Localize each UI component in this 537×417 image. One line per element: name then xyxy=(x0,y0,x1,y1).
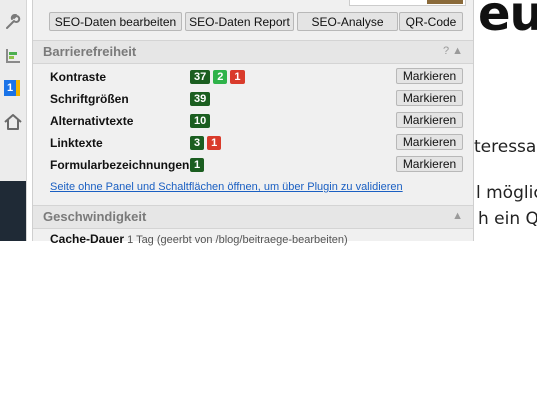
check-row-link-texts: Linktexte 31 Markieren xyxy=(33,133,473,153)
check-label: Linktexte xyxy=(50,136,103,150)
check-row-font-sizes: Schriftgrößen 39 Markieren xyxy=(33,89,473,109)
check-label: Kontraste xyxy=(50,70,107,84)
chart-icon[interactable] xyxy=(3,46,23,66)
page-text-line: teressa xyxy=(474,137,537,157)
mark-button[interactable]: Markieren xyxy=(396,68,463,84)
error-count-badge: 1 xyxy=(207,136,222,150)
check-row-alt-texts: Alternativtexte 10 Markieren xyxy=(33,111,473,131)
check-label: Schriftgrößen xyxy=(50,92,129,106)
check-row-contrast: Kontraste 37 2 1 Markieren xyxy=(33,67,473,87)
result-badges: 37 2 1 xyxy=(190,70,248,84)
error-count-badge: 1 xyxy=(230,70,245,84)
sidebar-vertical-label: TION° xyxy=(2,378,16,417)
mark-button[interactable]: Markieren xyxy=(396,156,463,172)
check-row-form-labels: Formularbezeichnungen 1 Markieren xyxy=(33,155,473,175)
mark-button[interactable]: Markieren xyxy=(396,90,463,106)
section-title: Barrierefreiheit xyxy=(43,44,137,59)
result-badges: 39 xyxy=(190,92,213,106)
home-icon[interactable] xyxy=(3,112,23,132)
speed-section-header[interactable]: Geschwindigkeit ▲ xyxy=(33,205,473,229)
seo-analyse-button[interactable]: SEO-Analyse xyxy=(297,12,398,31)
passed-count-badge: 10 xyxy=(190,114,211,128)
passed-count-badge: 3 xyxy=(190,136,205,150)
passed-count-badge: 39 xyxy=(190,92,211,106)
mark-button[interactable]: Markieren xyxy=(396,134,463,150)
badge-bar xyxy=(16,80,20,96)
seo-report-button[interactable]: SEO-Daten Report xyxy=(185,12,294,31)
mark-button[interactable]: Markieren xyxy=(396,112,463,128)
check-label: Formularbezeichnungen xyxy=(50,158,190,172)
passed-count-badge: 37 xyxy=(190,70,211,84)
seo-plugin-panel: SEO-Daten bearbeiten SEO-Daten Report SE… xyxy=(32,0,474,246)
result-badges: 10 xyxy=(190,114,213,128)
check-label: Alternativtexte xyxy=(50,114,134,128)
cache-value: 1 Tag (geerbt von /blog/beitraege-bearbe… xyxy=(127,234,348,246)
page-text-line: l möglic xyxy=(476,183,537,203)
preview-thumbnail xyxy=(349,0,466,6)
help-collapse-icon[interactable]: ? ▲ xyxy=(443,45,463,57)
cache-duration-line: Cache-Dauer 1 Tag (geerbt von /blog/beit… xyxy=(50,232,348,246)
result-badges: 1 xyxy=(190,158,207,172)
accessibility-section-header[interactable]: Barrierefreiheit ? ▲ xyxy=(33,40,473,64)
notification-badge[interactable]: 1 xyxy=(4,80,20,96)
warning-count-badge: 2 xyxy=(213,70,228,84)
admin-sidebar: 1 TION° xyxy=(0,0,27,417)
badge-number: 1 xyxy=(4,80,16,96)
validate-without-panel-link[interactable]: Seite ohne Panel und Schaltflächen öffne… xyxy=(50,181,403,193)
preview-image xyxy=(427,0,463,4)
cache-label: Cache-Dauer xyxy=(50,232,125,246)
collapse-icon[interactable]: ▲ xyxy=(452,210,463,222)
passed-count-badge: 1 xyxy=(190,158,205,172)
seo-edit-button[interactable]: SEO-Daten bearbeiten xyxy=(49,12,182,31)
section-title: Geschwindigkeit xyxy=(43,209,147,224)
page-text-line: h ein QI xyxy=(478,209,537,229)
qr-code-button[interactable]: QR-Code xyxy=(399,12,463,31)
result-badges: 31 xyxy=(190,136,224,150)
sidebar-footer: TION° xyxy=(0,181,26,417)
wrench-icon[interactable] xyxy=(3,12,23,32)
page-heading-fragment: eu xyxy=(478,0,537,42)
